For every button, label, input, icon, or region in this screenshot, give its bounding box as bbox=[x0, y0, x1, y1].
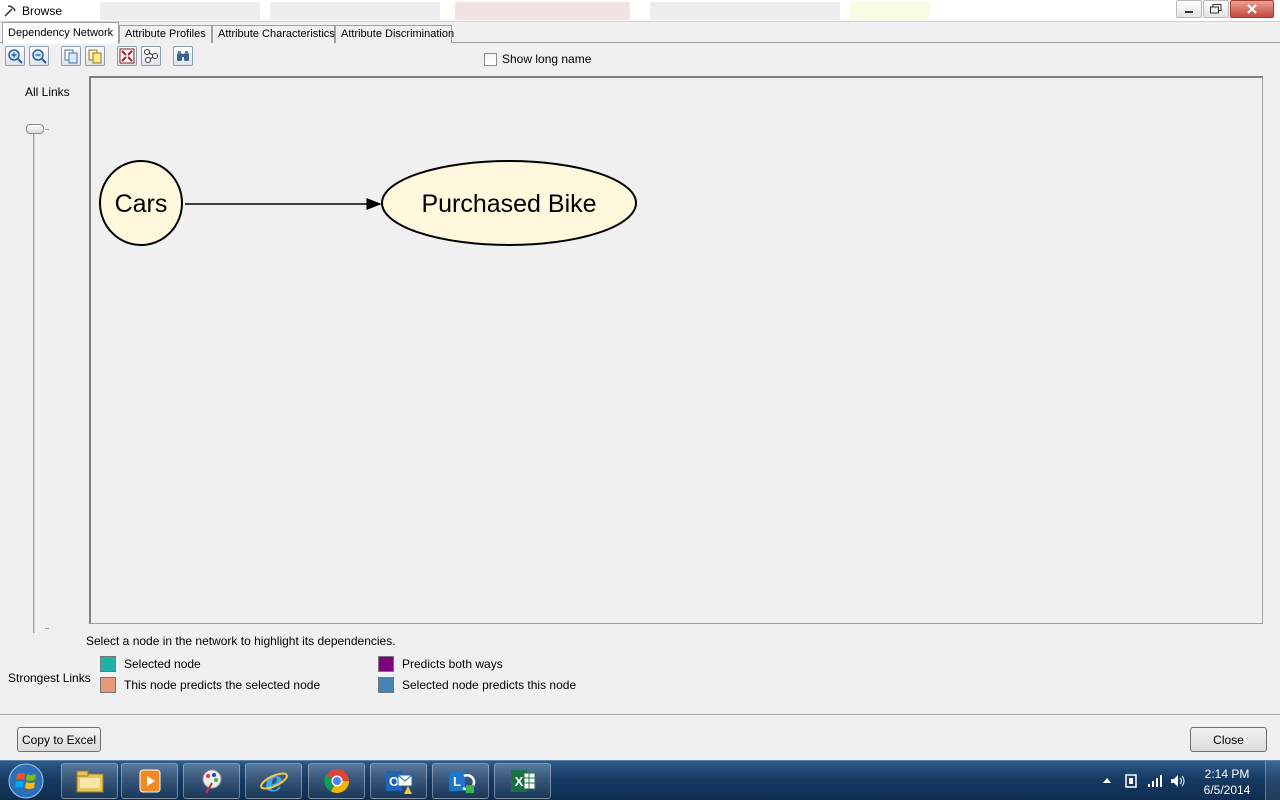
divider bbox=[0, 714, 1280, 716]
close-button[interactable]: Close bbox=[1190, 727, 1267, 752]
volume-icon[interactable] bbox=[1170, 773, 1186, 789]
background-browser-tabs bbox=[60, 0, 940, 22]
tab-strip: Dependency Network Attribute Profiles At… bbox=[0, 22, 1280, 44]
svg-text:e: e bbox=[265, 766, 283, 796]
start-button[interactable] bbox=[3, 762, 49, 800]
copy-button[interactable] bbox=[61, 46, 81, 66]
center-graph-button[interactable] bbox=[141, 46, 161, 66]
chrome-icon bbox=[323, 769, 349, 794]
legend-label: Predicts both ways bbox=[402, 657, 503, 671]
slider-tick bbox=[45, 628, 49, 629]
legend-predicts-selected: This node predicts the selected node bbox=[100, 677, 320, 693]
background-tab bbox=[455, 2, 630, 20]
node-cars[interactable]: Cars bbox=[99, 160, 183, 246]
tab-dependency-network[interactable]: Dependency Network bbox=[2, 22, 119, 44]
tab-attribute-profiles[interactable]: Attribute Profiles bbox=[119, 25, 212, 43]
legend-selected-predicts-this: Selected node predicts this node bbox=[378, 677, 576, 693]
copy-to-excel-button[interactable]: Copy to Excel bbox=[17, 727, 101, 752]
show-desktop-button[interactable] bbox=[1265, 761, 1280, 800]
close-window-button[interactable] bbox=[1230, 0, 1274, 18]
link-strength-slider-thumb[interactable] bbox=[26, 124, 44, 134]
svg-text:X: X bbox=[514, 774, 523, 789]
title-bar: Browse bbox=[0, 0, 1280, 22]
taskbar-paint[interactable] bbox=[183, 763, 240, 799]
legend-selected-node: Selected node bbox=[100, 656, 201, 672]
background-tab bbox=[100, 2, 260, 20]
network-signal-icon[interactable] bbox=[1147, 774, 1163, 788]
minimize-button[interactable] bbox=[1176, 0, 1202, 18]
folder-icon bbox=[76, 770, 103, 793]
legend-swatch bbox=[378, 656, 394, 672]
copy-icon bbox=[64, 49, 78, 64]
legend-label: Selected node predicts this node bbox=[402, 678, 577, 692]
dependency-network-canvas[interactable]: Cars Purchased Bike bbox=[89, 76, 1263, 624]
window-title: Browse bbox=[22, 4, 63, 18]
restore-icon bbox=[1210, 4, 1222, 14]
legend-predicts-both-ways: Predicts both ways bbox=[378, 656, 503, 672]
zoom-out-button[interactable] bbox=[29, 46, 49, 66]
size-to-fit-button[interactable] bbox=[117, 46, 137, 66]
tab-attribute-characteristics[interactable]: Attribute Characteristics bbox=[212, 25, 335, 43]
tab-attribute-discrimination[interactable]: Attribute Discrimination bbox=[335, 25, 454, 43]
show-long-name-label: Show long name bbox=[502, 52, 592, 66]
taskbar: e O L X 2:14 PM 6/5/2014 bbox=[0, 760, 1280, 800]
taskbar-media-player[interactable] bbox=[121, 763, 178, 799]
link-strength-slider-track[interactable] bbox=[33, 128, 35, 633]
minimize-icon bbox=[1185, 11, 1193, 13]
copy-graph-button[interactable] bbox=[85, 46, 105, 66]
taskbar-internet-explorer[interactable]: e bbox=[245, 763, 302, 799]
internet-explorer-icon: e bbox=[259, 766, 288, 796]
size-to-fit-icon bbox=[119, 48, 135, 64]
slider-tick bbox=[45, 129, 49, 130]
taskbar-outlook[interactable]: O bbox=[370, 763, 427, 799]
legend-label: This node predicts the selected node bbox=[124, 678, 321, 692]
legend-swatch bbox=[100, 656, 116, 672]
taskbar-clock[interactable]: 2:14 PM 6/5/2014 bbox=[1199, 766, 1255, 798]
show-long-name-checkbox[interactable] bbox=[484, 52, 497, 66]
node-cars-label: Cars bbox=[115, 190, 168, 218]
power-plug-icon[interactable] bbox=[1124, 773, 1138, 789]
restore-button[interactable] bbox=[1203, 0, 1229, 18]
close-icon bbox=[1247, 4, 1257, 14]
zoom-in-icon bbox=[8, 49, 23, 64]
copy-graph-icon bbox=[88, 49, 102, 64]
node-purchased-bike[interactable]: Purchased Bike bbox=[381, 160, 637, 246]
background-tab bbox=[650, 2, 840, 20]
clock-date: 6/5/2014 bbox=[1203, 783, 1251, 797]
background-tab bbox=[270, 2, 440, 20]
outlook-icon: O bbox=[385, 771, 412, 794]
taskbar-excel[interactable]: X bbox=[494, 763, 551, 799]
binoculars-icon bbox=[177, 51, 189, 61]
all-links-label: All Links bbox=[25, 85, 70, 99]
media-player-icon bbox=[139, 769, 160, 793]
legend-label: Selected node bbox=[124, 657, 201, 671]
zoom-out-icon bbox=[32, 49, 47, 64]
background-tab bbox=[850, 2, 930, 20]
taskbar-file-explorer[interactable] bbox=[61, 763, 118, 799]
lync-icon: L bbox=[448, 771, 475, 793]
svg-text:L: L bbox=[453, 774, 461, 789]
hint-text: Select a node in the network to highligh… bbox=[86, 634, 396, 648]
windows-logo-icon bbox=[8, 763, 44, 799]
clock-time: 2:14 PM bbox=[1204, 767, 1250, 781]
strongest-links-label: Strongest Links bbox=[8, 671, 91, 685]
excel-icon: X bbox=[510, 770, 535, 792]
show-long-name-option[interactable]: Show long name bbox=[484, 52, 591, 66]
show-hidden-icons-icon[interactable] bbox=[1103, 777, 1111, 783]
node-purchased-bike-label: Purchased Bike bbox=[421, 190, 596, 218]
paint-icon bbox=[202, 769, 221, 794]
center-graph-icon bbox=[144, 49, 158, 63]
pickaxe-icon bbox=[4, 5, 16, 17]
find-node-button[interactable] bbox=[173, 46, 193, 66]
zoom-in-button[interactable] bbox=[5, 46, 25, 66]
taskbar-lync[interactable]: L bbox=[432, 763, 489, 799]
legend-swatch bbox=[100, 677, 116, 693]
taskbar-chrome[interactable] bbox=[308, 763, 365, 799]
legend-swatch bbox=[378, 677, 394, 693]
window-controls bbox=[1175, 0, 1274, 20]
network-graph: Cars Purchased Bike bbox=[99, 160, 637, 246]
